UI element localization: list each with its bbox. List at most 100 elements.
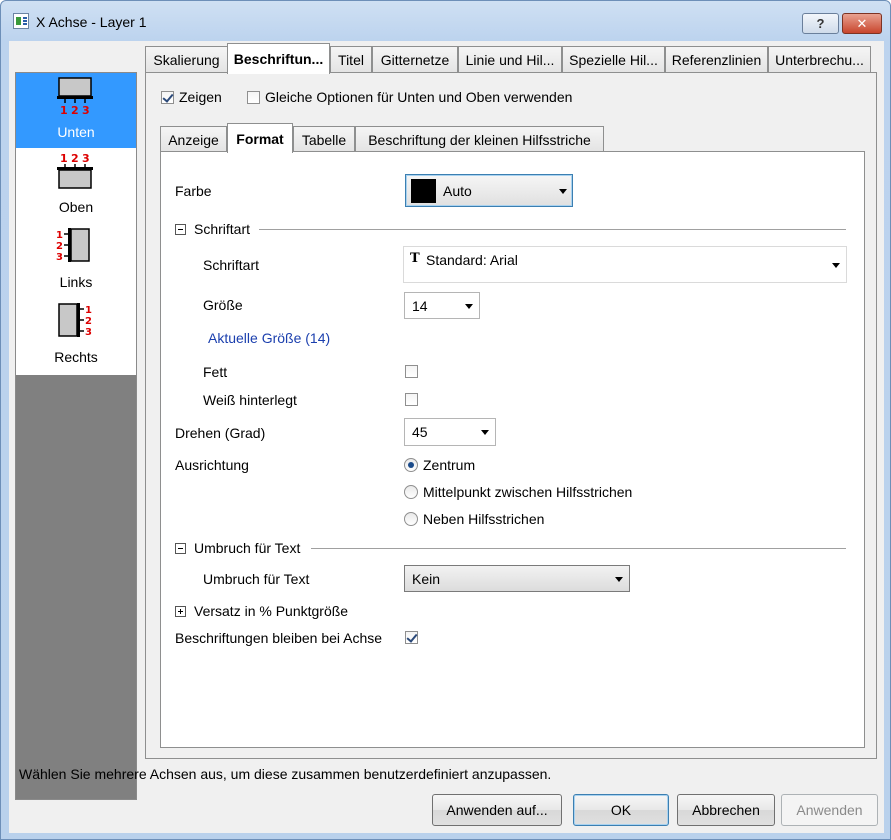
size-label: Größe [203,297,243,313]
alignment-radio-center[interactable] [404,458,418,472]
tab-anzeige[interactable]: Anzeige [160,126,227,152]
wrap-dropdown[interactable]: Kein [404,565,630,592]
current-size-link[interactable]: Aktuelle Größe (14) [208,330,330,346]
rotate-label: Drehen (Grad) [175,425,266,441]
rotate-value: 45 [412,424,428,440]
close-button[interactable]: ✕ [842,13,882,34]
tab-spezielle-hilfsstriche[interactable]: Spezielle Hil... [562,46,665,73]
left-axis-icon: 1 2 3 [56,228,90,263]
sidebar-item-links[interactable]: 1 2 3 Links [16,223,136,298]
tab-format[interactable]: Format [227,123,293,153]
title-bar[interactable]: X Achse - Layer 1 ? ✕ [1,1,890,41]
status-text: Wählen Sie mehrere Achsen aus, um diese … [19,766,552,782]
top-axis-icon: 1 2 3 [57,152,93,189]
svg-text:2: 2 [85,316,92,327]
axis-list: 1 2 3 Unten 1 2 3 Oben 1 2 3 Links 1 2 3… [16,73,136,375]
show-checkbox[interactable] [161,91,174,104]
font-section-title: Schriftart [194,221,251,237]
sidebar-item-label: Rechts [54,349,98,365]
chevron-down-icon [559,189,567,194]
alignment-option-label[interactable]: Zentrum [423,457,475,473]
sidebar-item-label: Links [59,274,93,290]
font-dropdown[interactable]: T Standard: Arial [403,246,847,283]
expand-offset-section-icon[interactable] [175,606,186,617]
sidebar-item-rechts[interactable]: 1 2 3 Rechts [16,298,136,373]
wrap-section-title: Umbruch für Text [194,540,301,556]
right-axis-icon: 1 2 3 [58,303,92,338]
sidebar-item-label: Oben [58,199,94,215]
tab-referenzlinien[interactable]: Referenzlinien [665,46,768,73]
tab-titel[interactable]: Titel [330,46,372,73]
cancel-button[interactable]: Abbrechen [677,794,775,826]
svg-text:1: 1 [56,230,63,241]
app-icon [13,13,29,29]
sidebar-item-unten[interactable]: 1 2 3 Unten [16,73,136,148]
color-label: Farbe [175,183,212,199]
tab-skalierung[interactable]: Skalierung [145,46,228,73]
svg-text:3: 3 [56,252,63,263]
rotate-dropdown[interactable]: 45 [404,418,496,446]
same-options-checkbox[interactable] [247,91,260,104]
stay-with-axis-checkbox[interactable] [405,631,418,644]
ok-button[interactable]: OK [573,794,669,826]
tab-beschriftung[interactable]: Beschriftun... [227,43,330,74]
stay-with-axis-label: Beschriftungen bleiben bei Achse [175,630,383,646]
color-swatch [411,179,436,203]
show-label[interactable]: Zeigen [179,89,222,105]
sidebar-item-oben[interactable]: 1 2 3 Oben [16,148,136,223]
section-divider [311,548,846,549]
collapse-font-section-icon[interactable] [175,224,186,235]
svg-text:1: 1 [60,152,68,165]
bold-label: Fett [203,364,228,380]
svg-text:1: 1 [60,104,68,116]
chevron-down-icon [615,577,623,582]
tab-linie-und-hilfsstriche[interactable]: Linie und Hil... [458,46,562,73]
axis-sidebar: 1 2 3 Unten 1 2 3 Oben 1 2 3 Links 1 2 3… [15,72,137,800]
wrap-value: Kein [412,571,441,587]
help-button[interactable]: ? [802,13,839,34]
tab-unterbrechung[interactable]: Unterbrechu... [768,46,871,73]
alignment-option-label[interactable]: Mittelpunkt zwischen Hilfsstrichen [423,484,632,500]
alignment-radio-between-ticks[interactable] [404,485,418,499]
color-value: Auto [443,183,472,199]
chevron-down-icon [465,304,473,309]
svg-text:2: 2 [56,241,63,252]
alignment-label: Ausrichtung [175,457,249,473]
color-dropdown[interactable]: Auto [405,174,573,207]
dialog-window: X Achse - Layer 1 ? ✕ 1 2 3 Unten 1 2 3 … [0,0,891,840]
white-bg-label: Weiß hinterlegt [203,392,297,408]
svg-text:2: 2 [71,152,79,165]
white-bg-checkbox[interactable] [405,393,418,406]
font-value: Standard: Arial [426,252,518,268]
size-value: 14 [412,298,428,314]
offset-section-title: Versatz in % Punktgröße [194,603,349,619]
chevron-down-icon [832,263,840,268]
sidebar-item-label: Unten [57,124,95,140]
font-label: Schriftart [203,257,260,273]
section-divider [259,229,846,230]
wrap-label: Umbruch für Text [203,571,310,587]
alignment-option-label[interactable]: Neben Hilfsstrichen [423,511,544,527]
svg-text:3: 3 [82,152,90,165]
alignment-radio-next-to-ticks[interactable] [404,512,418,526]
size-dropdown[interactable]: 14 [404,292,480,319]
truetype-font-icon: T [410,251,420,266]
tab-beschriftung-kleine-hilfsstriche[interactable]: Beschriftung der kleinen Hilfsstriche [355,126,604,152]
same-options-label[interactable]: Gleiche Optionen für Unten und Oben verw… [265,89,572,105]
dialog-client: 1 2 3 Unten 1 2 3 Oben 1 2 3 Links 1 2 3… [9,41,884,833]
bold-checkbox[interactable] [405,365,418,378]
bottom-axis-icon: 1 2 3 [57,77,93,116]
svg-text:2: 2 [71,104,79,116]
svg-text:3: 3 [85,327,92,338]
svg-text:1: 1 [85,305,92,316]
apply-button[interactable]: Anwenden [781,794,878,826]
collapse-wrap-section-icon[interactable] [175,543,186,554]
chevron-down-icon [481,430,489,435]
format-panel: Farbe Auto Schriftart Schriftart T Stand… [160,151,865,748]
tab-tabelle[interactable]: Tabelle [293,126,355,152]
svg-text:3: 3 [82,104,90,116]
tab-content-panel: Zeigen Gleiche Optionen für Unten und Ob… [145,72,877,759]
window-title: X Achse - Layer 1 [36,14,147,30]
tab-gitternetze[interactable]: Gitternetze [372,46,458,73]
apply-to-button[interactable]: Anwenden auf... [432,794,562,826]
